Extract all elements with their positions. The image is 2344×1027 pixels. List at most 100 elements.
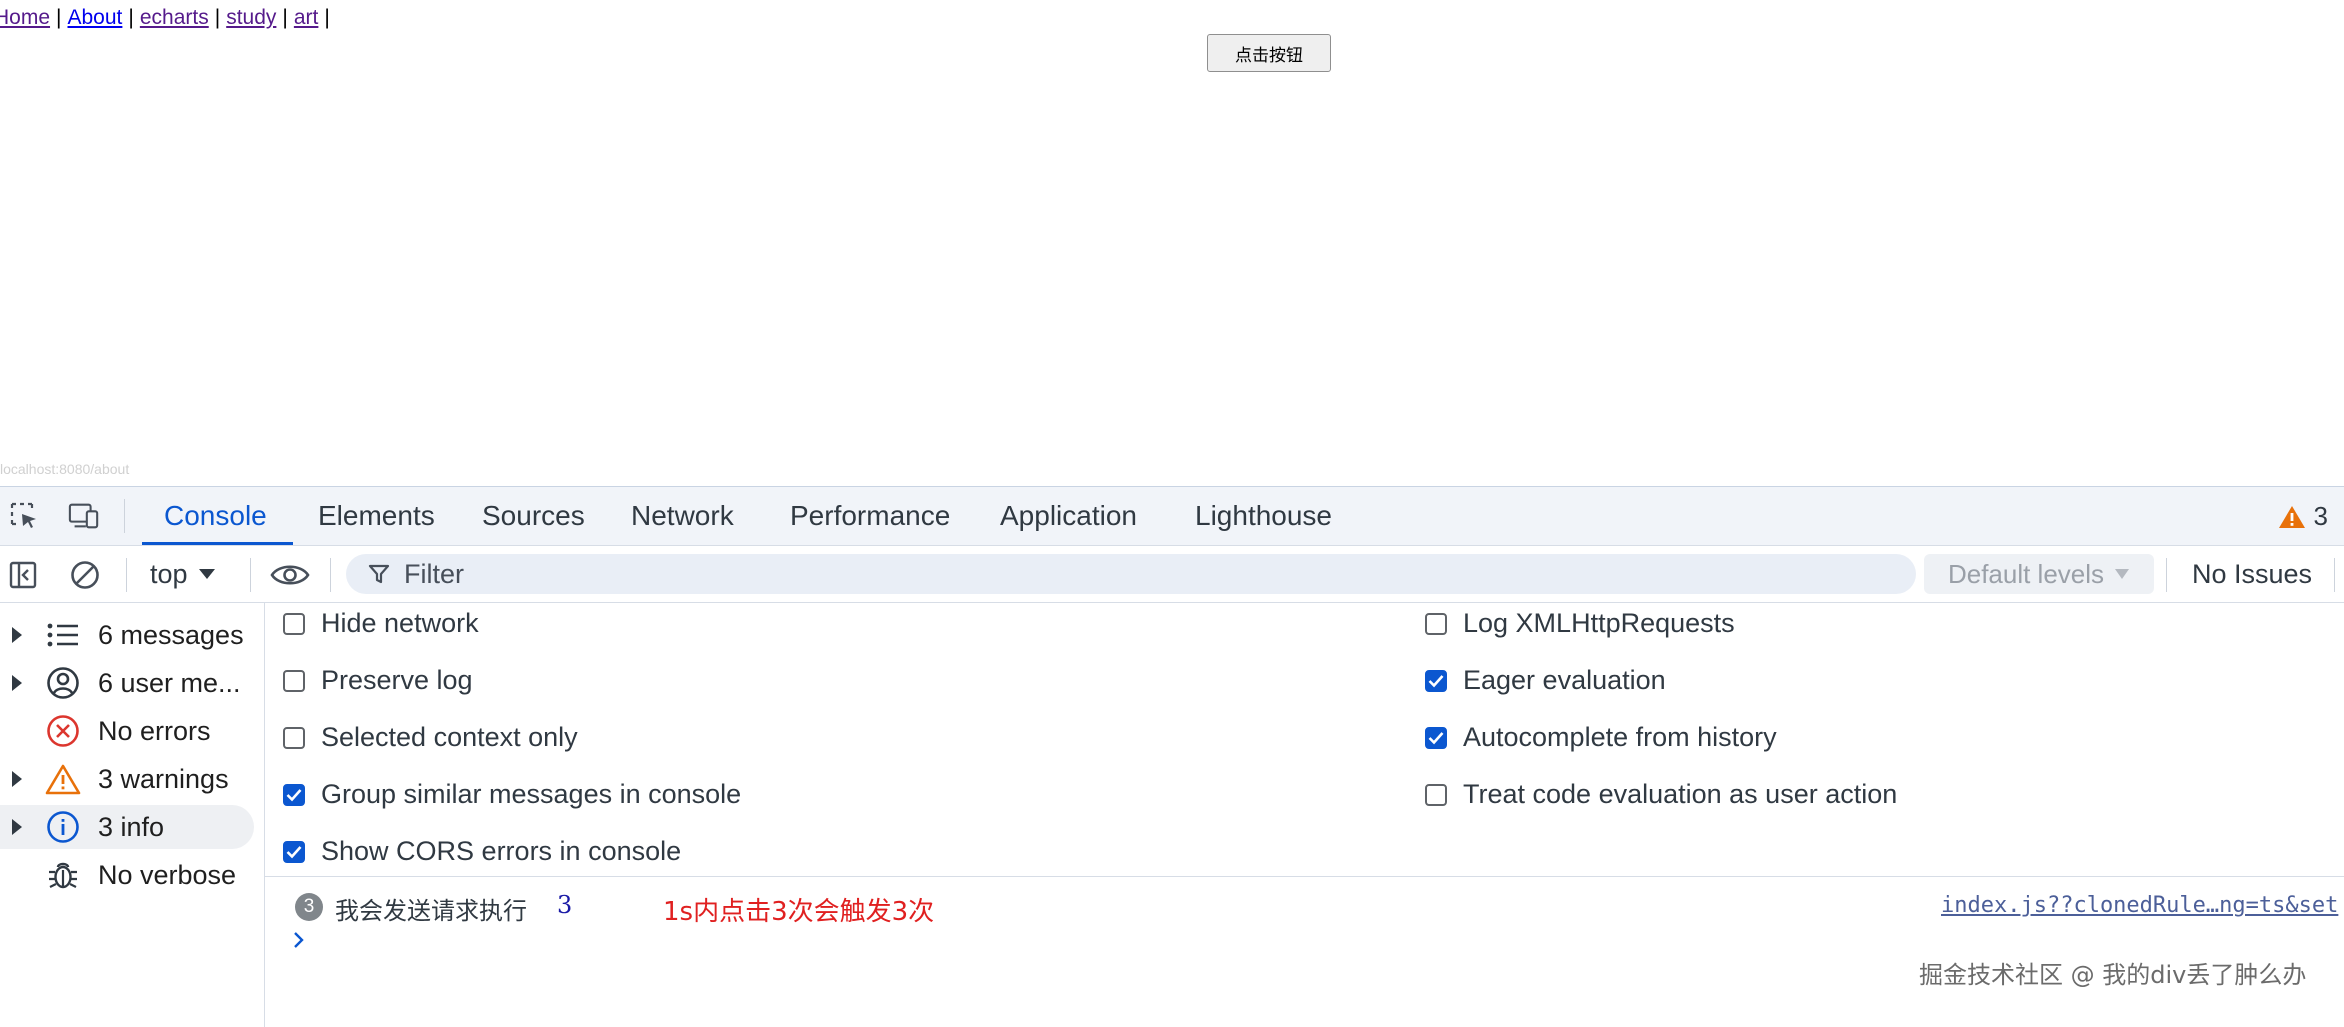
filter-input[interactable] <box>402 557 1806 591</box>
source-link[interactable]: index.js??clonedRule…ng=ts&set <box>1941 893 2338 918</box>
checkmark-icon <box>1428 674 1444 687</box>
sidebar-toggle-icon[interactable] <box>6 558 40 592</box>
nav-link-study[interactable]: study <box>226 6 276 29</box>
nav-link-about[interactable]: About <box>68 6 123 29</box>
tab-elements[interactable]: Elements <box>318 487 435 545</box>
setting-label: Preserve log <box>321 665 473 695</box>
tab-application[interactable]: Application <box>1000 487 1137 545</box>
tab-lighthouse[interactable]: Lighthouse <box>1195 487 1332 545</box>
log-levels-dropdown[interactable]: Default levels <box>1924 554 2154 594</box>
repeat-count-badge: 3 <box>295 893 323 921</box>
nav-link-art[interactable]: art <box>294 6 319 29</box>
info-icon <box>44 808 82 846</box>
sidebar-item-label: 6 messages <box>98 619 244 650</box>
setting-label: Hide network <box>321 608 479 638</box>
click-button[interactable]: 点击按钮 <box>1207 34 1331 72</box>
nav-links: Home | About | echarts | study | art | <box>0 6 336 30</box>
checkbox-checked[interactable] <box>283 783 305 806</box>
setting-label: Treat code evaluation as user action <box>1463 779 1898 809</box>
sidebar-item-label: No verbose <box>98 859 237 890</box>
sidebar-item-errors[interactable]: No errors <box>0 709 254 753</box>
nav-link-echarts[interactable]: echarts <box>140 6 209 29</box>
list-icon <box>44 616 82 654</box>
sidebar-item-label: 3 info <box>98 811 165 842</box>
setting-hide-network[interactable]: Hide network <box>283 608 479 639</box>
inspect-element-icon[interactable] <box>8 500 40 532</box>
status-url: localhost:8080/about <box>0 461 130 477</box>
checkbox-unchecked[interactable] <box>283 726 305 749</box>
console-sidebar: 6 messages 6 user me... No errors 3 warn… <box>0 603 265 1027</box>
sidebar-item-label: 6 user me... <box>98 667 241 698</box>
setting-autocomplete-history[interactable]: Autocomplete from history <box>1425 722 1777 753</box>
checkbox-checked[interactable] <box>1425 669 1447 692</box>
nav-separator: | <box>324 6 330 29</box>
filter-box <box>346 554 1916 594</box>
bug-icon <box>44 856 82 894</box>
tab-console[interactable]: Console <box>142 487 293 545</box>
tab-sources[interactable]: Sources <box>482 487 585 545</box>
setting-label: Show CORS errors in console <box>321 836 682 866</box>
setting-label: Selected context only <box>321 722 578 752</box>
console-message-text: 我会发送请求执行 <box>335 897 527 925</box>
sidebar-item-warnings[interactable]: 3 warnings <box>0 757 254 801</box>
live-expression-eye-icon[interactable] <box>268 558 312 592</box>
issues-button[interactable]: No Issues <box>2192 556 2312 592</box>
console-toolbar: top Default levels No Issues <box>0 546 2344 603</box>
setting-eager-evaluation[interactable]: Eager evaluation <box>1425 665 1666 696</box>
annotation-text: 1s内点击3次会触发3次 <box>663 897 935 927</box>
devtools-panel: Console Elements Sources Network Perform… <box>0 486 2344 1027</box>
setting-label: Eager evaluation <box>1463 665 1666 695</box>
dropdown-arrow-icon <box>198 569 215 579</box>
expand-arrow-icon <box>12 675 22 691</box>
tab-network[interactable]: Network <box>631 487 734 545</box>
console-output: 3 我会发送请求执行 3 1s内点击3次会触发3次 index.js??clon… <box>265 877 2344 1027</box>
warning-icon <box>44 760 82 798</box>
setting-group-similar[interactable]: Group similar messages in console <box>283 779 741 810</box>
expand-arrow-icon <box>12 771 22 787</box>
setting-treat-code-evaluation[interactable]: Treat code evaluation as user action <box>1425 779 1897 810</box>
log-levels-label: Default levels <box>1947 558 2105 589</box>
warning-counter[interactable]: 3 <box>2278 501 2328 532</box>
checkbox-checked[interactable] <box>283 840 305 863</box>
prompt-chevron-icon <box>294 932 304 948</box>
device-toolbar-icon[interactable] <box>68 500 100 532</box>
console-prompt[interactable] <box>291 929 307 955</box>
nav-separator: | <box>128 6 134 29</box>
setting-show-cors-errors[interactable]: Show CORS errors in console <box>283 836 681 867</box>
setting-label: Group similar messages in console <box>321 779 742 809</box>
checkbox-unchecked[interactable] <box>283 669 305 692</box>
setting-log-xmlhttprequests[interactable]: Log XMLHttpRequests <box>1425 608 1735 639</box>
console-message-value: 3 <box>557 891 573 919</box>
error-icon <box>44 712 82 750</box>
clear-console-icon[interactable] <box>68 558 102 592</box>
context-select[interactable]: top <box>150 556 216 592</box>
checkbox-unchecked[interactable] <box>1425 783 1447 806</box>
user-icon <box>44 664 82 702</box>
checkmark-icon <box>286 845 302 858</box>
nav-link-home[interactable]: Home <box>0 6 50 29</box>
tab-divider <box>124 499 125 533</box>
toolbar-divider <box>250 558 251 592</box>
sidebar-item-messages[interactable]: 6 messages <box>0 613 254 657</box>
setting-selected-context-only[interactable]: Selected context only <box>283 722 578 753</box>
toolbar-divider <box>2334 558 2335 592</box>
sidebar-item-user-messages[interactable]: 6 user me... <box>0 661 254 705</box>
tab-performance[interactable]: Performance <box>790 487 950 545</box>
toolbar-divider <box>330 558 331 592</box>
context-value: top <box>150 558 188 589</box>
watermark: 掘金技术社区 @ 我的div丢了肿么办 <box>1919 961 2307 989</box>
sidebar-item-label: No errors <box>98 715 211 746</box>
sidebar-item-verbose[interactable]: No verbose <box>0 853 254 897</box>
sidebar-item-info[interactable]: 3 info <box>0 805 254 849</box>
toolbar-divider <box>2166 558 2167 592</box>
checkbox-unchecked[interactable] <box>1425 612 1447 635</box>
nav-separator: | <box>56 6 62 29</box>
console-message: 3 我会发送请求执行 3 1s内点击3次会触发3次 index.js??clon… <box>265 883 2344 927</box>
checkbox-unchecked[interactable] <box>283 612 305 635</box>
checkbox-checked[interactable] <box>1425 726 1447 749</box>
setting-preserve-log[interactable]: Preserve log <box>283 665 473 696</box>
expand-arrow-icon <box>12 627 22 643</box>
setting-label: Autocomplete from history <box>1463 722 1777 752</box>
devtools-tabbar: Console Elements Sources Network Perform… <box>0 487 2344 546</box>
console-settings: Hide network Preserve log Selected conte… <box>265 603 2344 877</box>
